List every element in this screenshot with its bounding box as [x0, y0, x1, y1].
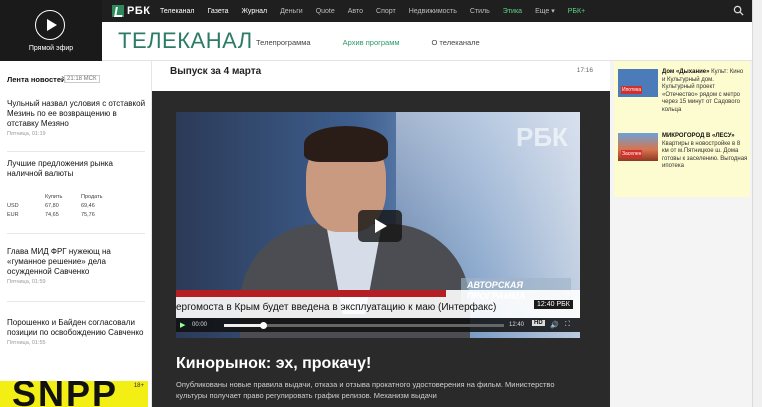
episode-headline[interactable]: Кинорынок: эх, прокачу! [176, 355, 371, 373]
studio-logo: РБК [516, 122, 568, 152]
rbc-logo[interactable]: РБК [112, 4, 150, 18]
page-scrollbar[interactable] [752, 0, 762, 407]
video-player[interactable]: РБК АВТОРСКАЯ ПРОГРАММА ергомоста в Крым… [176, 112, 580, 338]
news-item-date: Пятница, 01:55 [7, 340, 46, 346]
ad-text: SNPP [12, 381, 119, 407]
episode-strip: Выпуск за 4 марта 17:16 [152, 61, 610, 91]
nav-item[interactable]: Газета [207, 8, 228, 15]
promo-title: МИКРОГОРОД В «ЛЕСУ» [662, 133, 735, 139]
section-tabs: Телепрограмма Архив программ О телеканале [256, 38, 512, 47]
presenter-hair [304, 126, 388, 162]
current-time: 00:00 [192, 322, 208, 328]
seek-handle[interactable] [260, 322, 268, 329]
fullscreen-icon[interactable]: ⛶ [565, 321, 570, 329]
live-broadcast-label[interactable]: Прямой эфир [0, 45, 102, 52]
news-item-title[interactable]: Чульный назвал условия с отставкой Мезин… [7, 99, 147, 129]
promo-text[interactable]: Дом «Дыхание» Культ: Кино и Культурный д… [662, 69, 748, 114]
nav-item[interactable]: Quote [316, 8, 335, 15]
nav-menu: Телеканал Газета Журнал Деньги Quote Авто Спор… [160, 0, 598, 22]
episode-time: 17:16 [576, 67, 593, 74]
news-item-date: Пятница, 01:59 [7, 279, 46, 285]
promo-description: Культ: Кино и Культурный дом. Культурный… [662, 69, 744, 113]
nav-item[interactable]: Деньги [280, 8, 303, 15]
divider [7, 233, 145, 234]
promo-image[interactable]: Ипотека [618, 69, 658, 97]
news-item[interactable]: Чульный назвал условия с отставкой Мезин… [7, 99, 147, 137]
main-content: Выпуск за 4 марта 17:16 РБК АВТОРСКАЯ ПР… [152, 61, 610, 407]
video-badge: 12:40 РБК [534, 300, 573, 309]
play-button[interactable] [358, 210, 402, 242]
play-circle-icon[interactable] [35, 10, 65, 40]
promo-block: Ипотека Дом «Дыхание» Культ: Кино и Куль… [614, 61, 750, 197]
nav-item[interactable]: РБК+ [568, 8, 585, 15]
nav-item[interactable]: Спорт [376, 8, 396, 15]
page: Прямой эфир РБК Телеканал Газета Журнал Ден… [0, 0, 762, 407]
right-sidebar: Ипотека Дом «Дыхание» Культ: Кино и Куль… [610, 61, 752, 407]
rbc-logo-icon [112, 5, 124, 17]
episode-title: Выпуск за 4 марта [170, 66, 262, 77]
live-broadcast-block[interactable]: Прямой эфир [0, 0, 102, 61]
nav-item[interactable]: Журнал [242, 8, 268, 15]
search-icon[interactable] [733, 5, 744, 16]
currency-rates: Купить Продать USD 67,80 69,46 EUR 74,65… [7, 192, 137, 219]
lower-third-red-bar [176, 290, 446, 297]
nav-item[interactable]: Еще ▾ [535, 7, 555, 15]
nav-item[interactable]: Телеканал [160, 8, 194, 15]
news-item[interactable]: Порошенко и Байден согласовали позиции п… [7, 318, 147, 346]
lower-third: ергомоста в Крым будет введена в эксплуа… [176, 290, 580, 318]
news-feed-heading: Лента новостей [7, 75, 66, 84]
top-navigation: РБК Телеканал Газета Журнал Деньги Quote Авто… [102, 0, 752, 22]
section-header: ТЕЛЕКАНАЛ Телепрограмма Архив программ О т… [102, 22, 752, 61]
seek-bar[interactable] [224, 322, 504, 329]
divider [7, 301, 145, 302]
divider [7, 151, 145, 152]
news-item[interactable]: Лучшие предложения рынка наличной валюты [7, 159, 147, 179]
rates-row-eur: EUR 74,65 75,76 [7, 211, 95, 218]
news-item-title[interactable]: Глава МИД ФРГ нужеющ на «гуманное решени… [7, 247, 147, 277]
promo-description: Квартиры в новостройке в 8 км от м.Пятни… [662, 140, 748, 170]
section-title[interactable]: ТЕЛЕКАНАЛ [118, 28, 253, 54]
promo-text[interactable]: МИКРОГОРОД В «ЛЕСУ» Квартиры в новострой… [662, 133, 748, 171]
news-item[interactable]: Глава МИД ФРГ нужеющ на «гуманное решени… [7, 247, 147, 285]
news-feed-time: 21:18 МСК [64, 75, 100, 83]
volume-icon[interactable]: 🔊 [550, 321, 559, 329]
promo-badge: Заселен [621, 150, 643, 158]
promo-image[interactable]: Заселен [618, 133, 658, 161]
video-duration: 12:40 [509, 322, 525, 328]
advertisement-banner[interactable]: SNPP 18+ [0, 381, 148, 407]
section-tab[interactable]: Архив программ [343, 38, 400, 47]
episode-description: Опубликованы новые правила выдачи, отказ… [176, 380, 555, 400]
nav-item[interactable]: Этика [503, 8, 522, 15]
section-tab[interactable]: О телеканале [432, 38, 480, 47]
news-item-title[interactable]: Порошенко и Байден согласовали позиции п… [7, 318, 147, 338]
promo-badge: Ипотека [621, 86, 643, 94]
rates-row-usd: USD 67,80 69,46 [7, 202, 95, 209]
age-rating: 18+ [133, 383, 144, 389]
seek-bar-fill [224, 324, 264, 327]
nav-item[interactable]: Недвижимость [409, 8, 457, 15]
promo-title: Дом «Дыхание» [662, 69, 710, 75]
section-tab[interactable]: Телепрограмма [256, 38, 311, 47]
news-feed: Лента новостей 21:18 МСК Чульный назвал … [0, 61, 152, 407]
nav-item[interactable]: Стиль [470, 8, 490, 15]
hd-button[interactable]: HD [532, 320, 545, 326]
nav-item[interactable]: Авто [348, 8, 363, 15]
news-ticker: ергомоста в Крым будет введена в эксплуа… [176, 302, 497, 313]
pause-icon[interactable]: ▶ [180, 321, 185, 329]
rates-header-row: Купить Продать [45, 193, 103, 200]
news-item-title[interactable]: Лучшие предложения рынка наличной валюты [7, 159, 147, 179]
video-controls: ▶ 00:00 12:40 HD 🔊 ⛶ [176, 318, 580, 332]
news-item-date: Пятница, 01:19 [7, 131, 46, 137]
